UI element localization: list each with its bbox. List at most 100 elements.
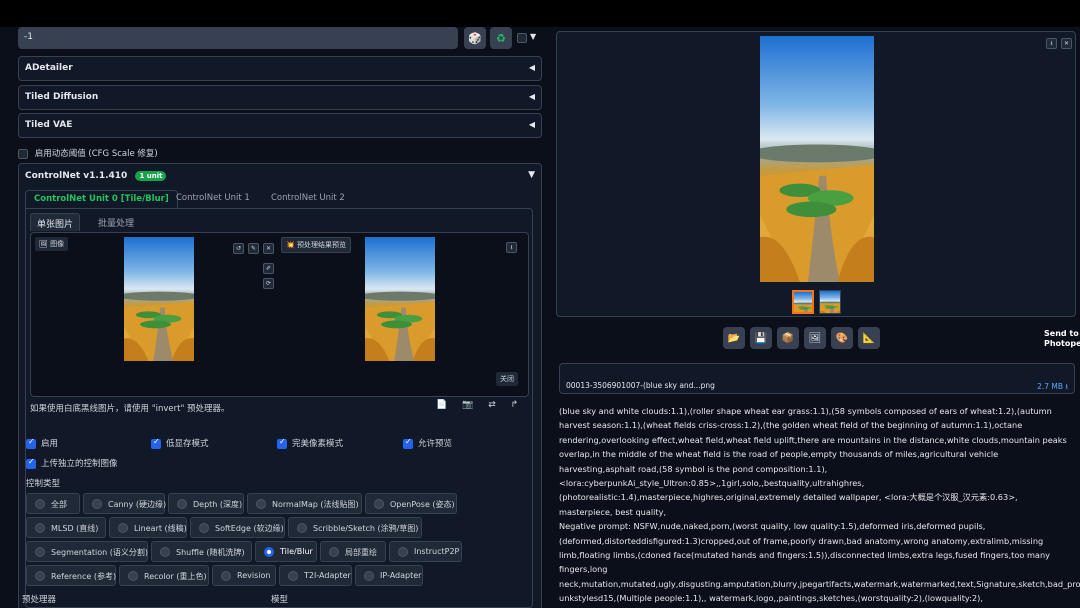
control-type-inpaint[interactable]: 局部重绘: [320, 541, 386, 562]
control-type-instructp2p[interactable]: InstructP2P: [389, 541, 462, 562]
reuse-seed-button[interactable]: ♻: [490, 27, 512, 49]
edit-icon[interactable]: ✎: [248, 243, 259, 254]
low-vram-checkbox[interactable]: [151, 437, 161, 449]
control-type-t2i-adapter[interactable]: T2I-Adapter: [279, 565, 352, 586]
control-type-ip-adapter[interactable]: IP-Adapter: [355, 565, 423, 586]
camera-icon[interactable]: 📷: [462, 400, 473, 410]
option-pixel-perfect[interactable]: 完美像素模式: [277, 437, 343, 449]
control-type-normalmap[interactable]: NormalMap (法线贴图): [247, 493, 362, 514]
triangle-down-icon[interactable]: ▼: [528, 170, 535, 180]
gallery-thumb[interactable]: [819, 290, 841, 314]
upload-independent-checkbox[interactable]: [26, 457, 36, 469]
random-seed-button[interactable]: 🎲: [464, 27, 486, 49]
close-preview-button[interactable]: 关闭: [496, 372, 518, 386]
refresh-icon[interactable]: ⟳: [263, 278, 274, 289]
download-icon[interactable]: ⭳: [506, 242, 517, 253]
control-type-mlsd[interactable]: MLSD (直线): [26, 517, 106, 538]
image-tool-icons: 📄 📷 ⇄ ↱: [436, 400, 530, 410]
control-type-canny[interactable]: Canny (硬边缘): [83, 493, 167, 514]
negative-prompt-text: Negative prompt: NSFW,nude,naked,porn,(w…: [559, 521, 1080, 608]
image-icon: 🖼: [39, 240, 48, 248]
control-type-tile-blur[interactable]: Tile/Blur: [255, 541, 317, 562]
file-name[interactable]: 00013-3506901007-(blue sky and...png: [566, 381, 715, 390]
control-type-reference[interactable]: Reference (参考): [26, 565, 116, 586]
cfg-fix-option[interactable]: 启用动态阈值 (CFG Scale 修复): [18, 147, 158, 159]
allow-preview-checkbox[interactable]: [403, 437, 413, 449]
send-to-photopea-button[interactable]: Send to Photope: [1044, 329, 1080, 349]
controlnet-header[interactable]: ControlNet v1.1.410 1 unit: [25, 171, 167, 181]
tab-controlnet-unit-1[interactable]: ControlNet Unit 1: [168, 190, 258, 208]
radio-label: 局部重绘: [345, 548, 377, 557]
swap-icon[interactable]: ⇄: [488, 400, 496, 410]
accordion-label: Tiled Diffusion: [25, 92, 99, 102]
control-type-revision[interactable]: Revision: [212, 565, 276, 586]
radio-label: NormalMap (法线贴图): [272, 500, 359, 509]
radio-dot: [160, 547, 170, 557]
save-button[interactable]: 💾: [750, 327, 772, 349]
dice-icon: 🎲: [468, 31, 482, 45]
control-type-scribble[interactable]: Scribble/Sketch (涂鸦/草图): [288, 517, 422, 538]
output-column: ⭳ ✕ 📂 💾 📦 🖼 🎨 📐 Send to Photope 00013-35…: [556, 27, 1080, 608]
radio-dot: [118, 523, 128, 533]
close-icon[interactable]: ✕: [263, 243, 274, 254]
cfg-fix-label: 启用动态阈值 (CFG Scale 修复): [34, 149, 158, 159]
txt2img-settings-column: -1 🎲 ♻ ▼ ADetailer ◀ Tiled Diffusion ◀ T…: [10, 27, 550, 608]
option-allow-preview[interactable]: 允许预览: [403, 437, 452, 449]
control-type-lineart[interactable]: Lineart (线稿): [109, 517, 187, 538]
preprocessor-label: 预处理器: [22, 595, 57, 605]
input-image[interactable]: [124, 237, 194, 361]
control-type-openpose[interactable]: OpenPose (姿态): [365, 493, 457, 514]
controlnet-image-area[interactable]: 🖼 图像 ↺ ✎ ✕ ✐ ⟳ 💥 预处理结果预览 ⭳ 关闭: [30, 232, 529, 397]
send-to-inpaint-button[interactable]: 📐: [858, 327, 880, 349]
tab-batch[interactable]: 批量处理: [92, 213, 140, 231]
send-to-line2: Photope: [1044, 339, 1080, 348]
accordion-tiled-diffusion[interactable]: Tiled Diffusion ◀: [18, 85, 542, 110]
close-icon[interactable]: ✕: [1061, 38, 1072, 49]
pixel-perfect-checkbox[interactable]: [277, 437, 287, 449]
send-to-line1: Send to: [1044, 329, 1079, 338]
file-size: 2.7 MB ⭳: [1037, 382, 1068, 391]
radio-label: Depth (深度): [193, 500, 243, 509]
explosion-icon: 💥: [286, 241, 295, 249]
new-canvas-icon[interactable]: 📄: [436, 400, 447, 410]
accordion-tiled-vae[interactable]: Tiled VAE ◀: [18, 113, 542, 138]
cfg-fix-checkbox[interactable]: [18, 148, 28, 159]
picture-icon: 🖼: [808, 332, 822, 344]
radio-dot: [221, 571, 231, 581]
radio-dot: [374, 499, 384, 509]
control-type-recolor[interactable]: Recolor (重上色): [119, 565, 209, 586]
tab-controlnet-unit-2[interactable]: ControlNet Unit 2: [263, 190, 353, 208]
open-folder-button[interactable]: 📂: [723, 327, 745, 349]
control-type-depth[interactable]: Depth (深度): [168, 493, 244, 514]
preview-button-label: 预处理结果预览: [296, 241, 346, 249]
zip-button[interactable]: 📦: [777, 327, 799, 349]
send-to-img2img-button[interactable]: 🖼: [804, 327, 826, 349]
option-upload-independent[interactable]: 上传独立的控制图像: [26, 457, 118, 469]
accordion-adetailer[interactable]: ADetailer ◀: [18, 56, 542, 81]
upload-independent-label: 上传独立的控制图像: [41, 459, 118, 469]
control-type-softedge[interactable]: SoftEdge (软边缘): [190, 517, 285, 538]
undo-icon[interactable]: ↺: [233, 243, 244, 254]
preprocessor-preview-button[interactable]: 💥 预处理结果预览: [281, 237, 351, 253]
download-icon[interactable]: ⭳: [1046, 38, 1057, 49]
option-low-vram[interactable]: 低显存模式: [151, 437, 209, 449]
send-to-extras-button[interactable]: 🎨: [831, 327, 853, 349]
control-type-shuffle[interactable]: Shuffle (随机洗牌): [151, 541, 252, 562]
control-type-segmentation[interactable]: Segmentation (语义分割): [26, 541, 148, 562]
output-image[interactable]: [760, 36, 874, 282]
triangle-down-icon[interactable]: ▼: [530, 32, 536, 41]
pencil-icon[interactable]: ✐: [263, 263, 274, 274]
send-dimensions-icon[interactable]: ↱: [511, 400, 519, 410]
radio-label: Canny (硬边缘): [108, 500, 167, 509]
enable-checkbox[interactable]: [26, 437, 36, 449]
option-enable[interactable]: 启用: [26, 437, 58, 449]
gallery-thumb-selected[interactable]: [792, 290, 814, 314]
control-type-all[interactable]: 全部: [26, 493, 80, 514]
radio-dot: [288, 571, 298, 581]
tab-single-image[interactable]: 单张图片: [30, 213, 81, 231]
tab-controlnet-unit-0[interactable]: ControlNet Unit 0 [Tile/Blur]: [25, 190, 178, 208]
download-file-row[interactable]: 00013-3506901007-(blue sky and...png 2.7…: [559, 363, 1075, 394]
radio-label: 全部: [51, 500, 67, 509]
seed-input[interactable]: -1: [18, 27, 458, 49]
extra-seed-checkbox[interactable]: [517, 33, 527, 43]
